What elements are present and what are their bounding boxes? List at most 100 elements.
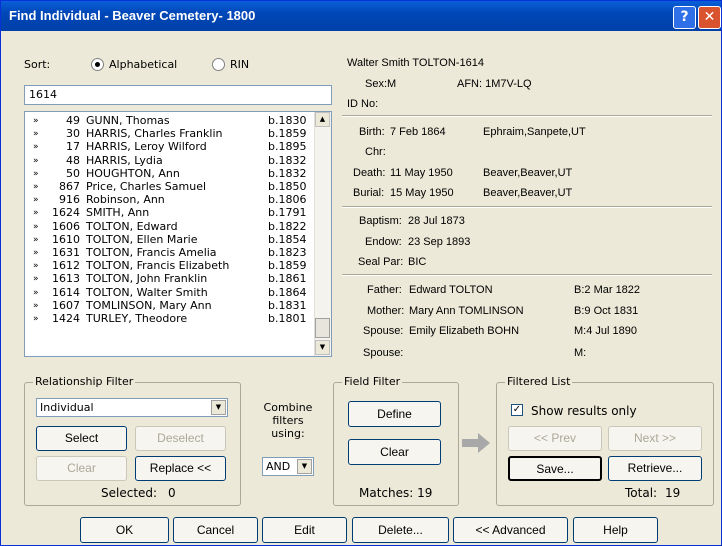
total-label: Total:	[625, 486, 658, 500]
deselect-button[interactable]: Deselect	[135, 426, 226, 451]
list-item[interactable]: » 867 Price, Charles Samuel b.1850	[25, 181, 315, 193]
list-item-arrow-icon: »	[33, 129, 39, 140]
list-item-number: 1631	[52, 246, 80, 259]
separator	[342, 206, 712, 208]
list-item[interactable]: » 1424 TURLEY, Theodore b.1801	[25, 313, 315, 325]
help-button[interactable]: Help	[573, 517, 658, 543]
next-button[interactable]: Next >>	[608, 426, 702, 451]
detail-id-no: ID No:	[347, 98, 379, 110]
delete-button[interactable]: Delete...	[352, 517, 449, 543]
spouse-marriage: M:4 Jul 1890	[574, 325, 637, 337]
scroll-up-icon[interactable]: ▲	[315, 112, 330, 127]
list-item-birth: b.1854	[268, 232, 307, 246]
prev-button[interactable]: << Prev	[508, 426, 602, 451]
list-item-number: 1613	[52, 272, 80, 286]
edit-button[interactable]: Edit	[262, 517, 347, 543]
list-item-number: 1424	[52, 312, 80, 325]
list-item[interactable]: » 1613 TOLTON, John Franklin b.1861	[25, 273, 315, 285]
save-button[interactable]: Save...	[508, 456, 602, 481]
relationship-filter-title: Relationship Filter	[33, 375, 136, 388]
list-item[interactable]: » 1624 SMITH, Ann b.1791	[25, 207, 315, 219]
list-item-birth: b.1830	[268, 114, 307, 127]
list-item-birth: b.1859	[268, 259, 307, 273]
father-birth: B:2 Mar 1822	[574, 284, 641, 296]
relationship-select-value: Individual	[40, 401, 94, 414]
mother-label: Mother:	[367, 305, 405, 317]
field-clear-button[interactable]: Clear	[348, 439, 441, 465]
father-label: Father:	[367, 284, 402, 296]
list-item-birth: b.1831	[268, 298, 307, 312]
detail-afn: AFN: 1M7V-LQ	[457, 78, 532, 90]
list-item-arrow-icon: »	[33, 116, 39, 126]
burial-place: Beaver,Beaver,UT	[483, 187, 573, 199]
baptism-label: Baptism:	[359, 215, 402, 227]
radio-rin-label[interactable]: RIN	[230, 58, 249, 71]
select-button[interactable]: Select	[36, 426, 127, 451]
arrow-right-icon	[462, 433, 490, 453]
list-item-arrow-icon: »	[33, 261, 39, 272]
seal-par-label: Seal Par:	[358, 256, 404, 268]
list-item-number: 1624	[52, 206, 80, 220]
spouse-name[interactable]: Emily Elizabeth BOHN	[409, 325, 519, 337]
list-item-name: HARRIS, Charles Franklin	[86, 127, 223, 141]
scroll-thumb[interactable]	[315, 318, 330, 338]
list-item[interactable]: » 1614 TOLTON, Walter Smith b.1864	[25, 285, 315, 299]
list-item-name: TOMLINSON, Mary Ann	[86, 298, 212, 312]
list-item-name: TOLTON, John Franklin	[86, 272, 208, 286]
advanced-button[interactable]: << Advanced	[453, 517, 568, 543]
retrieve-button[interactable]: Retrieve...	[608, 456, 702, 481]
radio-alphabetical[interactable]	[91, 58, 104, 71]
radio-rin[interactable]	[212, 58, 225, 71]
relationship-select[interactable]: Individual ▼	[36, 398, 228, 417]
show-results-checkbox[interactable]: ✓	[511, 404, 523, 416]
window-title: Find Individual - Beaver Cemetery- 1800	[9, 8, 256, 23]
list-item[interactable]: » 1610 TOLTON, Ellen Marie b.1854	[25, 232, 315, 246]
list-item[interactable]: » 30 HARRIS, Charles Franklin b.1859	[25, 128, 315, 140]
ok-button[interactable]: OK	[80, 517, 169, 543]
show-results-label[interactable]: Show results only	[531, 404, 637, 418]
list-item[interactable]: » 916 Robinson, Ann b.1806	[25, 194, 315, 206]
list-item[interactable]: » 48 HARRIS, Lydia b.1832	[25, 154, 315, 167]
list-item-number: 1606	[52, 219, 80, 233]
father-name[interactable]: Edward TOLTON	[409, 284, 493, 296]
mother-name[interactable]: Mary Ann TOMLINSON	[409, 305, 524, 317]
matches-label: Matches: 19	[359, 486, 433, 500]
scroll-down-icon[interactable]: ▼	[315, 340, 330, 355]
list-item-name: Robinson, Ann	[86, 193, 165, 207]
list-item-name: TOLTON, Ellen Marie	[86, 232, 198, 246]
combine-select[interactable]: AND ▼	[262, 457, 314, 476]
search-input[interactable]: 1614	[24, 85, 332, 105]
list-item-birth: b.1861	[268, 272, 307, 286]
list-item-number: 1610	[52, 232, 80, 246]
birth-date: 7 Feb 1864	[390, 126, 446, 138]
close-icon[interactable]: ✕	[698, 6, 721, 29]
list-item[interactable]: » 49 GUNN, Thomas b.1830	[25, 115, 315, 127]
define-button[interactable]: Define	[348, 401, 441, 427]
title-bar[interactable]: Find Individual - Beaver Cemetery- 1800 …	[1, 1, 721, 31]
chevron-down-icon[interactable]: ▼	[297, 459, 312, 474]
radio-alphabetical-label[interactable]: Alphabetical	[109, 58, 177, 71]
list-scrollbar[interactable]: ▲ ▼	[314, 112, 331, 356]
separator	[342, 115, 712, 117]
list-item[interactable]: » 1606 TOLTON, Edward b.1822	[25, 219, 315, 233]
replace-button[interactable]: Replace <<	[135, 456, 226, 481]
endow-label: Endow:	[365, 236, 402, 248]
relationship-clear-button[interactable]: Clear	[36, 456, 127, 481]
list-item-birth: b.1822	[268, 219, 307, 233]
list-item[interactable]: » 1612 TOLTON, Francis Elizabeth b.1859	[25, 260, 315, 272]
individual-list[interactable]: » 49 GUNN, Thomas b.1830 » 30 HARRIS, Charles …	[24, 111, 332, 357]
list-item-name: TOLTON, Francis Amelia	[86, 246, 217, 259]
list-item-name: SMITH, Ann	[86, 206, 150, 220]
cancel-button[interactable]: Cancel	[173, 517, 258, 543]
list-item-birth: b.1864	[268, 285, 307, 299]
list-item[interactable]: » 1607 TOMLINSON, Mary Ann b.1831	[25, 298, 315, 312]
burial-label: Burial:	[353, 187, 385, 199]
help-title-button[interactable]: ?	[673, 6, 696, 29]
list-item-birth: b.1859	[268, 127, 307, 141]
list-item[interactable]: » 17 HARRIS, Leroy Wilford b.1895	[25, 141, 315, 153]
list-item[interactable]: » 1631 TOLTON, Francis Amelia b.1823	[25, 247, 315, 259]
burial-date: 15 May 1950	[390, 187, 454, 199]
list-item[interactable]: » 50 HOUGHTON, Ann b.1832	[25, 167, 315, 180]
spouse-marriage: M:	[574, 347, 587, 359]
chevron-down-icon[interactable]: ▼	[211, 400, 226, 415]
